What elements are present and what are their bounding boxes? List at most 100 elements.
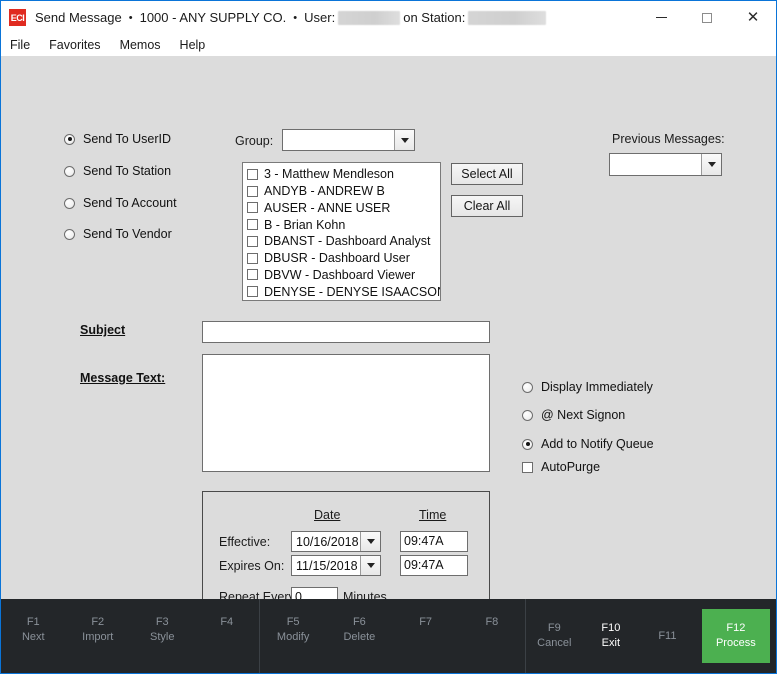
expires-label: Expires On: [219, 559, 285, 573]
function-key-label: F11 [658, 629, 677, 642]
function-key-label: F2 [91, 616, 105, 628]
form-body: Send To UserID Send To Station Send To A… [1, 56, 776, 617]
send-message-window: ECI Send Message • 1000 - ANY SUPPLY CO.… [0, 0, 777, 674]
function-key-f7[interactable]: F7 [404, 615, 448, 630]
effective-time-input[interactable]: 09:47A [400, 531, 468, 552]
recipients-listbox[interactable]: 3 - Matthew Mendleson ANDYB - ANDREW B A… [242, 162, 441, 301]
function-key-f10[interactable]: F10 Exit [589, 621, 633, 651]
list-item-label: ANDYB - ANDREW B [264, 184, 385, 199]
radio-send-to-vendor[interactable]: Send To Vendor [64, 227, 172, 241]
checkbox-icon[interactable] [247, 235, 258, 247]
close-icon: ✕ [746, 9, 760, 26]
function-key-label: F12 [726, 622, 746, 634]
previous-messages-select[interactable] [609, 153, 722, 176]
menu-item-memos[interactable]: Memos [120, 38, 172, 52]
list-item-label: DBVW - Dashboard Viewer [264, 267, 416, 282]
menu-item-help[interactable]: Help [180, 38, 217, 52]
radio-icon [64, 165, 75, 177]
checkbox-icon[interactable] [247, 219, 258, 231]
function-key-f5[interactable]: F5 Modify [271, 615, 315, 645]
checkbox-label-autopurge: AutoPurge [541, 460, 601, 474]
radio-label-add-to-notify-queue: Add to Notify Queue [541, 437, 654, 451]
group-select-value [283, 130, 394, 150]
radio-label-send-to-account: Send To Account [83, 196, 177, 210]
function-key-name: Import [82, 631, 114, 643]
checkbox-autopurge[interactable]: AutoPurge [522, 460, 600, 474]
list-item-label: B - Brian Kohn [264, 217, 346, 232]
list-item[interactable]: DBVW - Dashboard Viewer [247, 267, 440, 284]
radio-add-to-notify-queue[interactable]: Add to Notify Queue [522, 437, 654, 451]
list-item[interactable]: AUSER - ANNE USER [247, 200, 440, 217]
chevron-down-icon [701, 154, 721, 175]
function-key-name: Next [21, 631, 45, 643]
title-separator-2: • [293, 11, 298, 24]
function-key-f1[interactable]: F1 Next [11, 615, 55, 645]
minimize-button[interactable] [638, 1, 684, 34]
subject-input[interactable] [202, 321, 490, 343]
radio-label-display-immediately: Display Immediately [541, 380, 653, 394]
expires-date-select[interactable]: 11/15/2018 [291, 555, 381, 576]
list-item[interactable]: DENYSE - DENYSE ISAACSON [247, 283, 440, 300]
title-app-name: Send Message [35, 10, 122, 25]
group-select[interactable] [282, 129, 415, 151]
message-text-input[interactable] [202, 354, 490, 472]
recipients-list: 3 - Matthew Mendleson ANDYB - ANDREW B A… [243, 163, 440, 300]
expires-time-input[interactable]: 09:47A [400, 555, 468, 576]
radio-send-to-account[interactable]: Send To Account [64, 196, 177, 210]
checkbox-icon[interactable] [247, 185, 258, 197]
list-item[interactable]: ANDYB - ANDREW B [247, 183, 440, 200]
time-column-header: Time [419, 508, 447, 522]
checkbox-icon[interactable] [247, 202, 258, 214]
close-button[interactable]: ✕ [730, 1, 776, 34]
function-key-name: Exit [601, 637, 621, 649]
function-key-name: Process [715, 637, 756, 649]
list-item[interactable]: B - Brian Kohn [247, 216, 440, 233]
function-key-name: Modify [276, 631, 310, 643]
effective-date-select[interactable]: 10/16/2018 [291, 531, 381, 552]
checkbox-icon[interactable] [247, 168, 258, 180]
radio-display-immediately[interactable]: Display Immediately [522, 380, 653, 394]
function-key-label: F5 [286, 616, 300, 628]
menu-bar: File Favorites Memos Help [1, 34, 776, 56]
effective-label: Effective: [219, 535, 271, 549]
function-key-bar: F1 Next F2 Import F3 Style F4 F5 Modify [1, 599, 776, 673]
clear-all-button[interactable]: Clear All [451, 195, 523, 217]
function-key-label: F1 [26, 616, 40, 628]
checkbox-icon[interactable] [247, 252, 258, 264]
menu-item-favorites[interactable]: Favorites [49, 38, 111, 52]
radio-send-to-userid[interactable]: Send To UserID [64, 132, 171, 146]
redacted-station-value [468, 10, 547, 25]
function-key-f6[interactable]: F6 Delete [337, 615, 381, 645]
radio-label-send-to-vendor: Send To Vendor [83, 227, 172, 241]
maximize-icon [702, 12, 712, 23]
select-all-button[interactable]: Select All [451, 163, 523, 185]
function-key-f4[interactable]: F4 [205, 615, 249, 630]
list-item-label: 3 - Matthew Mendleson [264, 167, 394, 182]
title-station-label: on Station: [403, 10, 466, 25]
title-separator-1: • [128, 11, 133, 24]
checkbox-icon[interactable] [247, 286, 258, 298]
function-key-f3[interactable]: F3 Style [140, 615, 184, 645]
title-bar: ECI Send Message • 1000 - ANY SUPPLY CO.… [1, 1, 776, 34]
function-key-f12-process[interactable]: F12 Process [701, 609, 770, 663]
effective-date-value: 10/16/2018 [296, 534, 359, 549]
function-key-f2[interactable]: F2 Import [76, 615, 120, 645]
menu-item-file[interactable]: File [10, 38, 41, 52]
radio-send-to-station[interactable]: Send To Station [64, 164, 171, 178]
radio-next-signon[interactable]: @ Next Signon [522, 408, 625, 422]
title-user-label: User: [304, 10, 336, 25]
maximize-button[interactable] [684, 1, 730, 34]
radio-label-next-signon: @ Next Signon [541, 408, 626, 422]
list-item[interactable]: DBANST - Dashboard Analyst [247, 233, 440, 250]
list-item-label: AUSER - ANNE USER [264, 200, 391, 215]
subject-label: Subject [80, 323, 126, 337]
list-item[interactable]: DBUSR - Dashboard User [247, 250, 440, 267]
function-key-f8[interactable]: F8 [470, 615, 514, 630]
list-item[interactable]: 3 - Matthew Mendleson [247, 166, 440, 183]
function-key-f11[interactable]: F11 [645, 629, 689, 644]
radio-icon [64, 228, 75, 240]
message-text-label: Message Text: [80, 371, 166, 385]
function-key-f9[interactable]: F9 Cancel [532, 621, 576, 651]
function-group-2: F5 Modify F6 Delete F7 F8 [259, 599, 525, 673]
checkbox-icon[interactable] [247, 269, 258, 281]
